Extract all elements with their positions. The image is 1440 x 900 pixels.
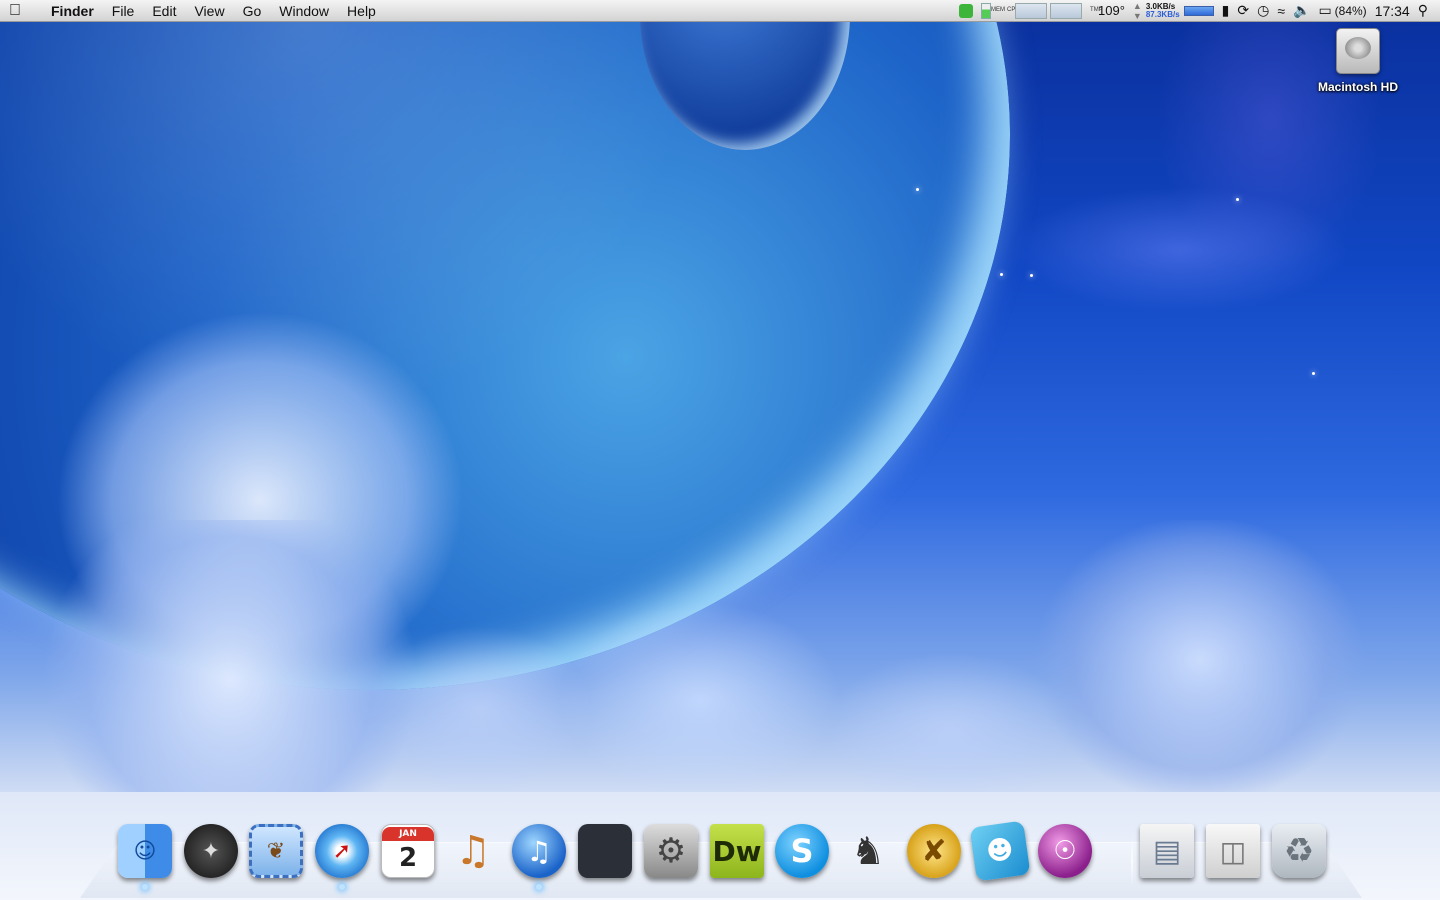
- hard-drive-icon: [1336, 28, 1380, 74]
- net-down-rate: 87.3KB/s: [1145, 9, 1180, 19]
- dock-skype[interactable]: S: [773, 822, 831, 880]
- running-indicator: [339, 884, 345, 890]
- dock-adium[interactable]: ♞: [839, 822, 897, 880]
- menu-window[interactable]: Window: [270, 0, 338, 21]
- sync-icon[interactable]: ⟳: [1237, 0, 1249, 21]
- gear-icon: ⚙: [644, 824, 698, 878]
- dock-downloads-stack[interactable]: ◫: [1204, 822, 1262, 880]
- book-icon: ☻: [969, 820, 1031, 882]
- dock-separator: [1131, 836, 1133, 886]
- dreamweaver-label: Dw: [712, 834, 762, 868]
- mail-stamp-icon: ❦: [249, 824, 303, 878]
- menu-edit[interactable]: Edit: [143, 0, 185, 21]
- menu-bar-left:  Finder File Edit View Go Window Help: [0, 0, 385, 21]
- dock-finder[interactable]: ☺: [116, 822, 174, 890]
- dock: ☺ ✦ ❦ ➚ JAN 2 ♫ ♫ ⚙ Dw S ♞ ✘ ☻ ☉ ▤ ◫ ♻: [110, 816, 1334, 890]
- menu-app-name[interactable]: Finder: [42, 0, 103, 21]
- dock-trash[interactable]: ♻: [1270, 822, 1328, 880]
- running-indicator: [142, 884, 148, 890]
- wallpaper-star: [916, 188, 919, 191]
- network-rates: 3.0KB/s 87.3KB/s: [1145, 2, 1180, 19]
- menu-go[interactable]: Go: [234, 0, 271, 21]
- temperature-value: 109°: [1098, 3, 1125, 18]
- menu-clock[interactable]: 17:34: [1375, 0, 1410, 21]
- calendar-icon: JAN 2: [381, 824, 435, 878]
- dock-documents-stack[interactable]: ▤: [1138, 822, 1196, 880]
- network-arrows-icon: ▲ ▼: [1132, 0, 1142, 21]
- status-network[interactable]: ▲ ▼ 3.0KB/s 87.3KB/s: [1133, 0, 1214, 21]
- time-machine-icon[interactable]: ◷: [1257, 0, 1269, 21]
- cpu-label: CPU: [1007, 7, 1020, 13]
- status-check-icon[interactable]: [959, 0, 974, 21]
- memory-chip-icon[interactable]: ▮: [1222, 0, 1230, 21]
- wallpaper-treeline: [0, 520, 1440, 820]
- dock-mail[interactable]: ❦: [247, 822, 305, 880]
- apple-menu-icon[interactable]: : [0, 0, 42, 21]
- status-mem-meter[interactable]: MEM: [981, 0, 1006, 21]
- status-battery[interactable]: ▭ (84%): [1318, 0, 1366, 21]
- spotlight-search-icon[interactable]: ⚲: [1418, 0, 1428, 21]
- green-badge-icon: [959, 3, 974, 18]
- folder-stack-icon: ▤: [1140, 824, 1194, 878]
- status-cpu-meter[interactable]: CPU: [1007, 0, 1083, 21]
- wallpaper-star: [1312, 372, 1315, 375]
- dock-safari[interactable]: ➚: [313, 822, 371, 890]
- spaces-grid-icon: [578, 824, 632, 878]
- dock-network-app[interactable]: ☉: [1036, 822, 1094, 880]
- dock-system-preferences[interactable]: ⚙: [642, 822, 700, 880]
- guitar-icon: ♫: [455, 828, 491, 874]
- menu-view[interactable]: View: [185, 0, 233, 21]
- network-bar-icon: [1183, 5, 1214, 16]
- dock-spaces[interactable]: [576, 822, 634, 880]
- status-area: MEM CPU TMP 109° ▲ ▼ 3.0KB/s 87.3KB/s ▮ ⟳…: [959, 0, 1440, 21]
- dashboard-icon: ✦: [184, 824, 238, 878]
- dock-address-book[interactable]: ☻: [969, 820, 1031, 882]
- cpu-graph-icon: [1015, 2, 1048, 19]
- desktop-wallpaper: [0, 0, 1440, 900]
- dock-dictionary[interactable]: ✘: [905, 822, 963, 880]
- cpu-graph-icon: [1050, 2, 1083, 19]
- mem-meter-icon: [981, 2, 992, 19]
- globe-megaphone-icon: ☉: [1038, 824, 1092, 878]
- skype-label: S: [790, 832, 814, 870]
- battery-icon: ▭: [1318, 2, 1332, 18]
- wifi-icon[interactable]: ≈: [1277, 0, 1285, 21]
- wallpaper-star: [1000, 273, 1003, 276]
- skype-icon: S: [775, 824, 829, 878]
- mem-label: MEM: [991, 7, 1006, 13]
- tmp-label: TMP: [1090, 7, 1103, 13]
- dreamweaver-icon: Dw: [710, 824, 764, 878]
- document-stack-icon: ◫: [1206, 824, 1260, 878]
- dock-ical[interactable]: JAN 2: [379, 822, 437, 880]
- safari-compass-icon: ➚: [315, 824, 369, 878]
- menu-help[interactable]: Help: [338, 0, 385, 21]
- duck-icon: ♞: [850, 829, 886, 873]
- menu-bar:  Finder File Edit View Go Window Help M…: [0, 0, 1440, 22]
- itunes-note-icon: ♫: [512, 824, 566, 878]
- desktop-icon-macintosh-hd[interactable]: Macintosh HD: [1312, 28, 1404, 94]
- desktop-icon-label: Macintosh HD: [1317, 80, 1398, 94]
- running-indicator: [536, 884, 542, 890]
- crossed-circle-icon: ✘: [907, 824, 961, 878]
- wallpaper-star: [1030, 274, 1033, 277]
- wallpaper-star: [1236, 198, 1239, 201]
- dock-garageband[interactable]: ♫: [444, 822, 502, 880]
- calendar-day: 2: [398, 843, 418, 873]
- dock-itunes[interactable]: ♫: [510, 822, 568, 890]
- calendar-month: JAN: [382, 827, 434, 841]
- volume-icon[interactable]: 🔈: [1293, 0, 1310, 21]
- dock-dreamweaver[interactable]: Dw: [708, 822, 766, 880]
- finder-icon: ☺: [118, 824, 172, 878]
- battery-percent: (84%): [1334, 3, 1367, 18]
- status-temperature[interactable]: TMP 109°: [1090, 0, 1125, 21]
- trash-icon: ♻: [1272, 824, 1326, 878]
- menu-file[interactable]: File: [103, 0, 144, 21]
- dock-dashboard[interactable]: ✦: [182, 822, 240, 880]
